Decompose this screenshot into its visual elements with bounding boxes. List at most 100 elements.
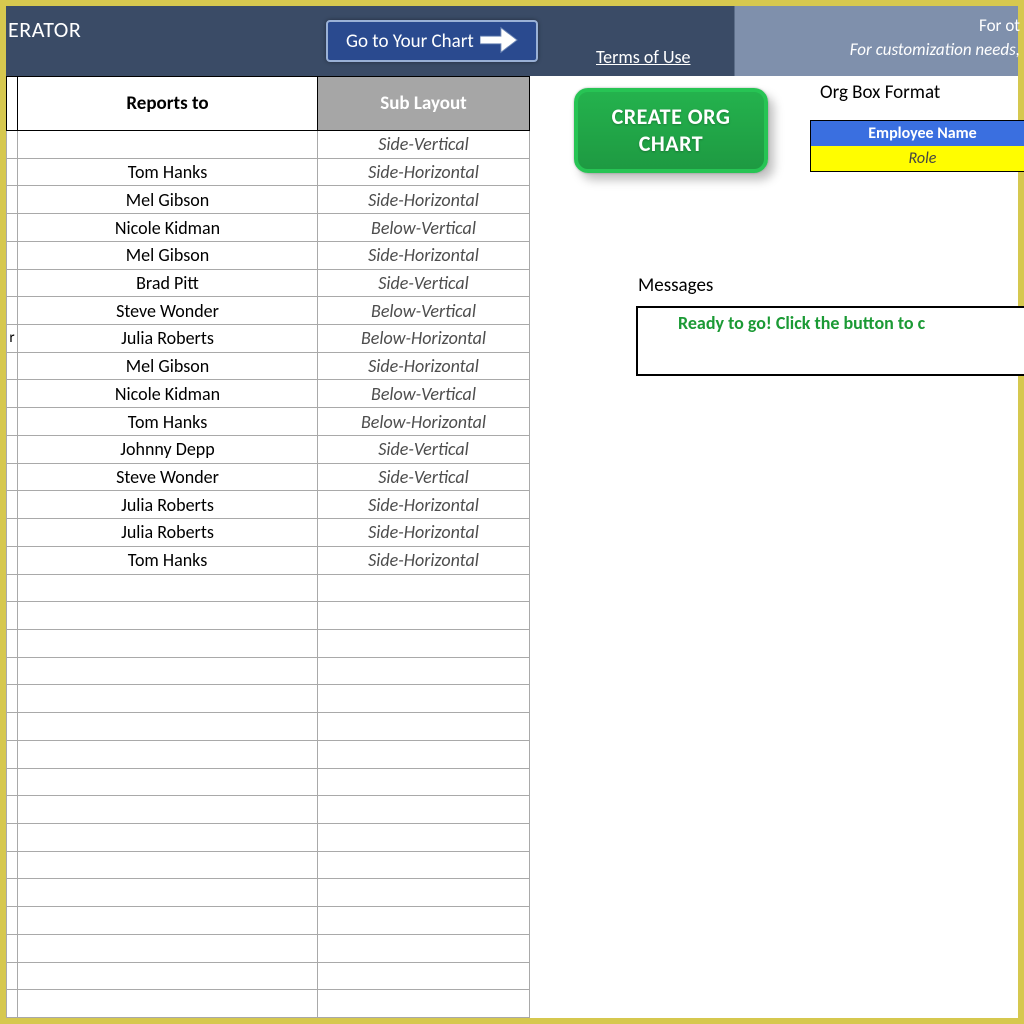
table-row[interactable] <box>7 962 530 990</box>
terms-of-use-link[interactable]: Terms of Use <box>596 46 691 68</box>
table-row[interactable]: Steve WonderSide-Vertical <box>7 463 530 491</box>
col-header-sub-layout[interactable]: Sub Layout <box>318 77 530 131</box>
table-row[interactable]: Brad PittSide-Vertical <box>7 269 530 297</box>
table-row[interactable] <box>7 713 530 741</box>
cell-reports-to[interactable]: Tom Hanks <box>18 408 318 436</box>
cell-reports-to[interactable] <box>18 768 318 796</box>
cell-leftfrag[interactable] <box>7 269 18 297</box>
cell-leftfrag[interactable] <box>7 352 18 380</box>
table-row[interactable]: Mel GibsonSide-Horizontal <box>7 241 530 269</box>
table-row[interactable]: Julia RobertsSide-Horizontal <box>7 491 530 519</box>
table-row[interactable]: Mel GibsonSide-Horizontal <box>7 352 530 380</box>
table-row[interactable] <box>7 685 530 713</box>
cell-reports-to[interactable] <box>18 131 318 159</box>
cell-leftfrag[interactable] <box>7 297 18 325</box>
cell-sub-layout[interactable] <box>318 602 530 630</box>
cell-reports-to[interactable] <box>18 962 318 990</box>
go-to-chart-button[interactable]: Go to Your Chart <box>326 20 538 62</box>
cell-sub-layout[interactable] <box>318 934 530 962</box>
table-row[interactable]: Tom HanksBelow-Horizontal <box>7 408 530 436</box>
cell-reports-to[interactable]: Julia Roberts <box>18 491 318 519</box>
cell-sub-layout[interactable]: Below-Vertical <box>318 214 530 242</box>
cell-leftfrag[interactable] <box>7 657 18 685</box>
cell-leftfrag[interactable] <box>7 990 18 1018</box>
cell-sub-layout[interactable]: Side-Horizontal <box>318 519 530 547</box>
table-row[interactable] <box>7 657 530 685</box>
cell-sub-layout[interactable]: Side-Horizontal <box>318 186 530 214</box>
cell-sub-layout[interactable] <box>318 962 530 990</box>
table-row[interactable]: Steve WonderBelow-Vertical <box>7 297 530 325</box>
cell-sub-layout[interactable] <box>318 990 530 1018</box>
table-row[interactable]: Julia RobertsSide-Horizontal <box>7 519 530 547</box>
table-row[interactable] <box>7 990 530 1018</box>
table-row[interactable]: Side-Vertical <box>7 131 530 159</box>
cell-reports-to[interactable] <box>18 879 318 907</box>
cell-reports-to[interactable]: Steve Wonder <box>18 463 318 491</box>
cell-leftfrag[interactable] <box>7 768 18 796</box>
cell-leftfrag[interactable] <box>7 962 18 990</box>
cell-reports-to[interactable]: Mel Gibson <box>18 352 318 380</box>
cell-reports-to[interactable]: Steve Wonder <box>18 297 318 325</box>
cell-sub-layout[interactable]: Side-Horizontal <box>318 352 530 380</box>
cell-sub-layout[interactable] <box>318 823 530 851</box>
cell-reports-to[interactable] <box>18 657 318 685</box>
table-row[interactable] <box>7 823 530 851</box>
cell-reports-to[interactable] <box>18 823 318 851</box>
cell-leftfrag[interactable] <box>7 519 18 547</box>
table-row[interactable] <box>7 602 530 630</box>
cell-reports-to[interactable]: Johnny Depp <box>18 435 318 463</box>
cell-leftfrag[interactable]: r <box>7 325 18 353</box>
cell-leftfrag[interactable] <box>7 713 18 741</box>
cell-reports-to[interactable] <box>18 602 318 630</box>
table-row[interactable] <box>7 851 530 879</box>
col-header-reports-to[interactable]: Reports to <box>18 77 318 131</box>
cell-sub-layout[interactable] <box>318 907 530 935</box>
cell-leftfrag[interactable] <box>7 158 18 186</box>
cell-reports-to[interactable]: Julia Roberts <box>18 519 318 547</box>
cell-sub-layout[interactable] <box>318 713 530 741</box>
cell-sub-layout[interactable] <box>318 740 530 768</box>
cell-sub-layout[interactable]: Side-Horizontal <box>318 241 530 269</box>
cell-reports-to[interactable]: Nicole Kidman <box>18 380 318 408</box>
cell-sub-layout[interactable] <box>318 685 530 713</box>
cell-sub-layout[interactable]: Side-Vertical <box>318 463 530 491</box>
table-row[interactable] <box>7 879 530 907</box>
table-row[interactable]: Mel GibsonSide-Horizontal <box>7 186 530 214</box>
cell-sub-layout[interactable] <box>318 879 530 907</box>
table-row[interactable]: Nicole KidmanBelow-Vertical <box>7 380 530 408</box>
table-row[interactable] <box>7 907 530 935</box>
cell-leftfrag[interactable] <box>7 879 18 907</box>
cell-sub-layout[interactable]: Side-Horizontal <box>318 491 530 519</box>
cell-sub-layout[interactable] <box>318 657 530 685</box>
cell-leftfrag[interactable] <box>7 214 18 242</box>
cell-reports-to[interactable]: Tom Hanks <box>18 158 318 186</box>
cell-leftfrag[interactable] <box>7 408 18 436</box>
cell-reports-to[interactable]: Tom Hanks <box>18 546 318 574</box>
table-row[interactable] <box>7 796 530 824</box>
cell-sub-layout[interactable]: Side-Horizontal <box>318 546 530 574</box>
cell-reports-to[interactable]: Julia Roberts <box>18 325 318 353</box>
cell-reports-to[interactable] <box>18 685 318 713</box>
cell-leftfrag[interactable] <box>7 740 18 768</box>
cell-sub-layout[interactable]: Side-Vertical <box>318 435 530 463</box>
cell-leftfrag[interactable] <box>7 934 18 962</box>
table-row[interactable]: Nicole KidmanBelow-Vertical <box>7 214 530 242</box>
table-row[interactable] <box>7 574 530 602</box>
cell-sub-layout[interactable]: Side-Vertical <box>318 131 530 159</box>
cell-leftfrag[interactable] <box>7 851 18 879</box>
cell-sub-layout[interactable] <box>318 768 530 796</box>
cell-reports-to[interactable] <box>18 934 318 962</box>
cell-leftfrag[interactable] <box>7 796 18 824</box>
cell-leftfrag[interactable] <box>7 435 18 463</box>
cell-leftfrag[interactable] <box>7 823 18 851</box>
cell-sub-layout[interactable]: Below-Vertical <box>318 380 530 408</box>
table-row[interactable] <box>7 740 530 768</box>
cell-leftfrag[interactable] <box>7 491 18 519</box>
cell-reports-to[interactable]: Nicole Kidman <box>18 214 318 242</box>
cell-reports-to[interactable]: Brad Pitt <box>18 269 318 297</box>
cell-leftfrag[interactable] <box>7 907 18 935</box>
cell-sub-layout[interactable]: Below-Horizontal <box>318 325 530 353</box>
cell-leftfrag[interactable] <box>7 241 18 269</box>
table-row[interactable]: rJulia RobertsBelow-Horizontal <box>7 325 530 353</box>
cell-leftfrag[interactable] <box>7 629 18 657</box>
